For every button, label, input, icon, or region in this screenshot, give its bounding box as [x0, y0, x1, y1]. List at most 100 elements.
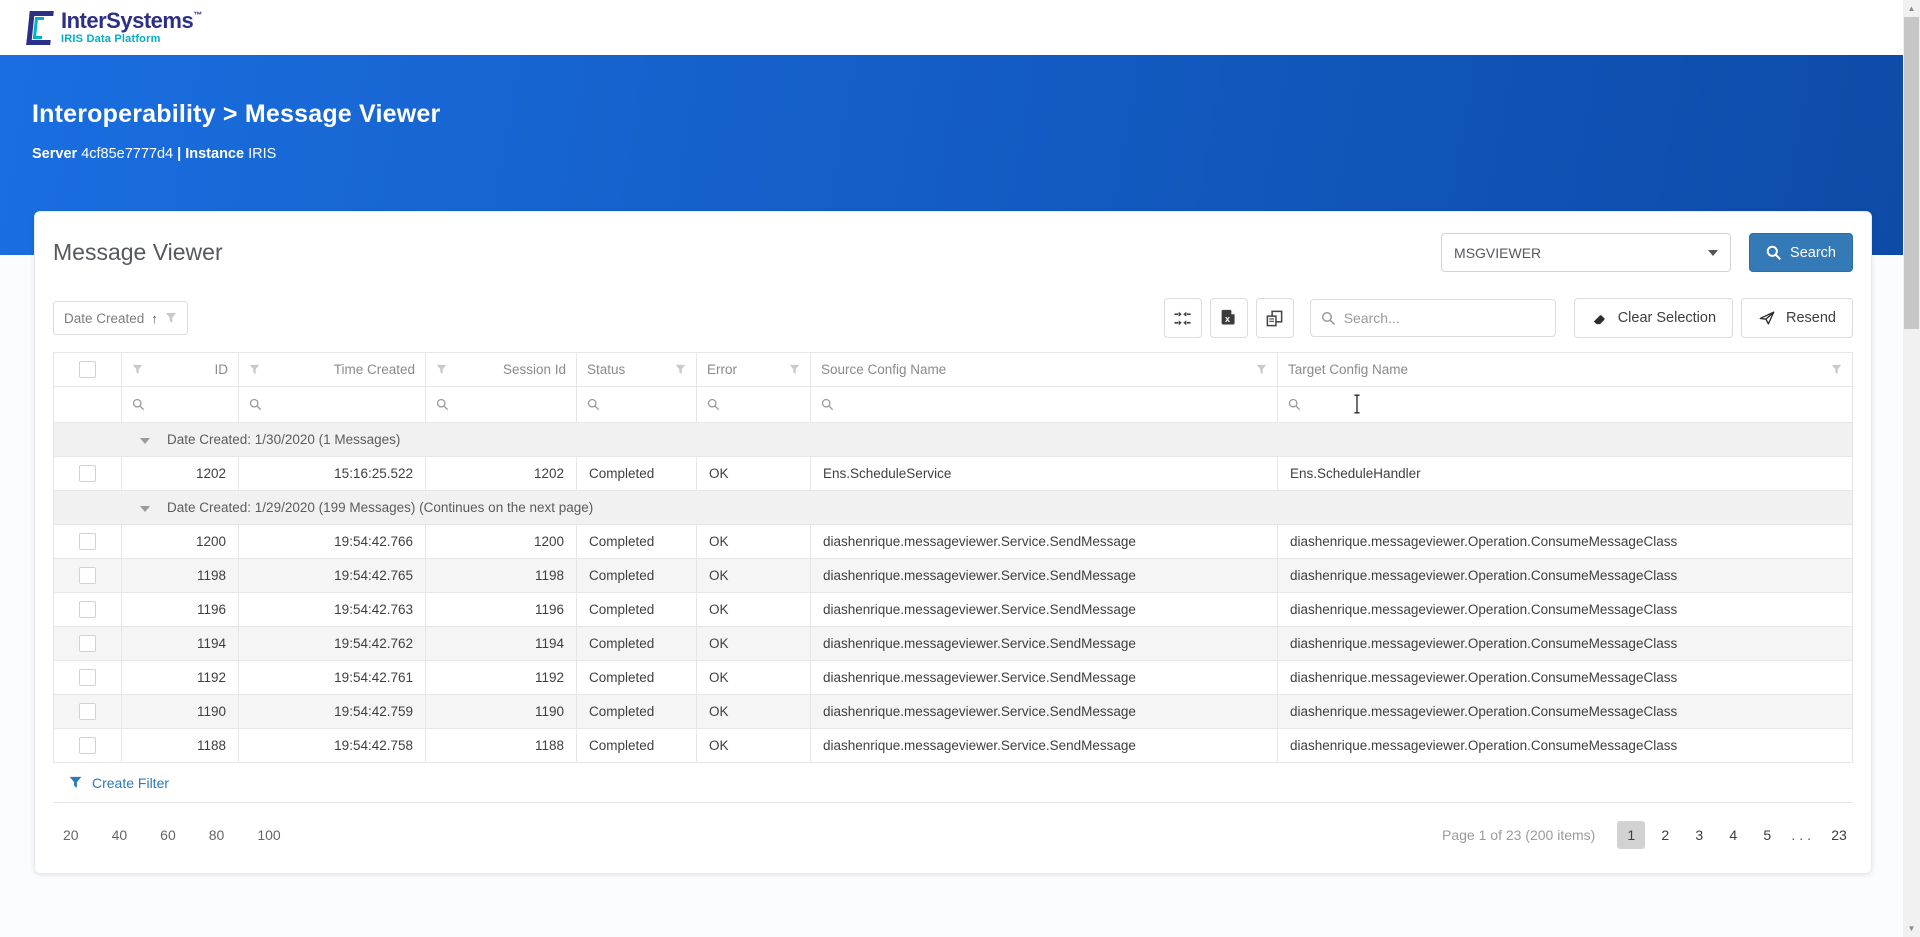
group-row[interactable]: Date Created: 1/30/2020 (1 Messages)	[53, 422, 1853, 457]
group-label: Date Created: 1/29/2020 (199 Messages) (…	[167, 500, 594, 515]
page-size-100[interactable]: 100	[257, 827, 280, 843]
filter-input-source[interactable]	[842, 397, 1267, 412]
server-value: 4cf85e7777d4	[81, 146, 174, 162]
intersystems-logo-icon	[26, 10, 54, 45]
page-button-2[interactable]: 2	[1651, 821, 1679, 849]
row-select-cell	[53, 694, 122, 729]
group-row[interactable]: Date Created: 1/29/2020 (199 Messages) (…	[53, 490, 1853, 525]
breadcrumb: Interoperability > Message Viewer	[32, 100, 441, 128]
filter-cell-status[interactable]	[576, 386, 784, 423]
cell-time: 19:54:42.759	[238, 694, 426, 729]
filter-funnel-icon[interactable]	[249, 364, 260, 375]
page-size-20[interactable]: 20	[63, 827, 79, 843]
cell-id: 1196	[121, 592, 239, 627]
filter-row	[53, 386, 1853, 423]
grid-search[interactable]	[1309, 299, 1556, 337]
resend-button[interactable]: Resend	[1741, 298, 1853, 338]
filter-funnel-icon[interactable]	[675, 364, 686, 375]
cell-time: 19:54:42.758	[238, 728, 426, 763]
filter-cell-sel	[53, 386, 122, 423]
page-size-60[interactable]: 60	[160, 827, 176, 843]
page-size-40[interactable]: 40	[112, 827, 128, 843]
column-header-time[interactable]: Time Created	[238, 352, 426, 387]
cell-session: 1200	[425, 524, 577, 559]
search-button[interactable]: Search	[1749, 233, 1853, 272]
row-checkbox[interactable]	[79, 567, 96, 584]
cell-id: 1188	[121, 728, 239, 763]
create-filter-link[interactable]: Create Filter	[53, 763, 1853, 803]
clear-selection-button[interactable]: Clear Selection	[1573, 298, 1734, 338]
select-all-checkbox[interactable]	[79, 361, 96, 378]
filter-funnel-icon[interactable]	[1256, 364, 1267, 375]
group-collapse-icon[interactable]	[140, 438, 150, 444]
page-button-4[interactable]: 4	[1719, 821, 1747, 849]
instance-label: Instance	[185, 146, 245, 162]
column-chooser-button[interactable]	[1255, 298, 1294, 338]
scrollbar-up-icon[interactable]: ▲	[1903, 0, 1920, 17]
message-row[interactable]: 1200 19:54:42.766 1200 Completed OK diashenri…	[53, 524, 1853, 559]
cell-target: diashenrique.messageviewer.Operation.Con…	[1277, 524, 1853, 559]
page-button-5[interactable]: 5	[1753, 821, 1781, 849]
export-excel-button[interactable]: x	[1209, 298, 1248, 338]
message-row[interactable]: 1188 19:54:42.758 1188 Completed OK diashenri…	[53, 728, 1853, 763]
scrollbar-thumb[interactable]	[1904, 17, 1919, 329]
filter-funnel-icon	[165, 312, 177, 324]
pager: 1 2 3 4 5... 23	[1617, 821, 1853, 849]
column-header-source[interactable]: Source Config Name	[810, 352, 1278, 387]
message-row[interactable]: 1198 19:54:42.765 1198 Completed OK diashenri…	[53, 558, 1853, 593]
filter-cell-error[interactable]	[696, 386, 904, 423]
page-button-1[interactable]: 1	[1617, 821, 1646, 849]
filter-cell-source[interactable]	[810, 386, 1278, 423]
collapse-all-button[interactable]	[1163, 298, 1202, 338]
cell-session: 1194	[425, 626, 577, 661]
messages-table: ID Time Created Session Id Status Error Sourc…	[53, 352, 1853, 763]
row-checkbox[interactable]	[79, 669, 96, 686]
row-checkbox[interactable]	[79, 465, 96, 482]
column-label: Status	[587, 362, 626, 377]
column-header-error[interactable]: Error	[696, 352, 811, 387]
sort-chip-date-created[interactable]: Date Created ↑	[53, 301, 188, 335]
cell-target: Ens.ScheduleHandler	[1277, 456, 1853, 491]
cell-source: diashenrique.messageviewer.Service.SendM…	[810, 558, 1278, 593]
message-row[interactable]: 1194 19:54:42.762 1194 Completed OK diashenri…	[53, 626, 1853, 661]
filter-cell-id[interactable]	[121, 386, 329, 423]
filter-funnel-icon[interactable]	[789, 364, 800, 375]
row-checkbox[interactable]	[79, 601, 96, 618]
vertical-scrollbar[interactable]: ▲ ▼	[1903, 0, 1920, 937]
filter-cell-target[interactable]	[1277, 386, 1853, 423]
page-size-80[interactable]: 80	[209, 827, 225, 843]
filter-funnel-icon[interactable]	[436, 364, 447, 375]
export-excel-icon: x	[1220, 309, 1238, 327]
filter-input-time[interactable]	[270, 397, 446, 412]
cell-error: OK	[696, 660, 811, 695]
server-instance-line: Server 4cf85e7777d4 | Instance IRIS	[32, 146, 1903, 162]
card-header: Message Viewer MSGVIEWER Search	[35, 212, 1871, 278]
row-checkbox[interactable]	[79, 703, 96, 720]
page-size-selector: 20 40 60 80 100	[63, 827, 281, 843]
namespace-select-value: MSGVIEWER	[1454, 244, 1542, 261]
page-button-23[interactable]: 23	[1825, 821, 1853, 849]
platform-name: IRIS Data Platform	[61, 33, 161, 45]
column-header-id[interactable]: ID	[121, 352, 239, 387]
row-checkbox[interactable]	[79, 533, 96, 550]
filter-input-session[interactable]	[457, 397, 633, 412]
row-checkbox[interactable]	[79, 635, 96, 652]
filter-funnel-icon[interactable]	[132, 364, 143, 375]
column-header-session[interactable]: Session Id	[425, 352, 577, 387]
grid-search-input[interactable]	[1343, 310, 1545, 326]
message-row[interactable]: 1192 19:54:42.761 1192 Completed OK diashenri…	[53, 660, 1853, 695]
message-row[interactable]: 1196 19:54:42.763 1196 Completed OK diashenri…	[53, 592, 1853, 627]
page-button-3[interactable]: 3	[1685, 821, 1713, 849]
filter-input-target[interactable]	[1309, 397, 1842, 412]
filter-funnel-icon[interactable]	[1831, 364, 1842, 375]
message-row[interactable]: 1202 15:16:25.522 1202 Completed OK Ens.Sched…	[53, 456, 1853, 491]
column-header-target[interactable]: Target Config Name	[1277, 352, 1853, 387]
grid-toolbar: Date Created ↑ x Search... Clear Selecti…	[35, 278, 1871, 352]
namespace-select[interactable]: MSGVIEWER	[1441, 233, 1732, 272]
filter-cell-session[interactable]	[425, 386, 633, 423]
group-collapse-icon[interactable]	[140, 506, 150, 512]
scrollbar-down-icon[interactable]: ▼	[1903, 920, 1920, 937]
column-header-status[interactable]: Status	[576, 352, 697, 387]
message-row[interactable]: 1190 19:54:42.759 1190 Completed OK diashenri…	[53, 694, 1853, 729]
row-checkbox[interactable]	[79, 737, 96, 754]
